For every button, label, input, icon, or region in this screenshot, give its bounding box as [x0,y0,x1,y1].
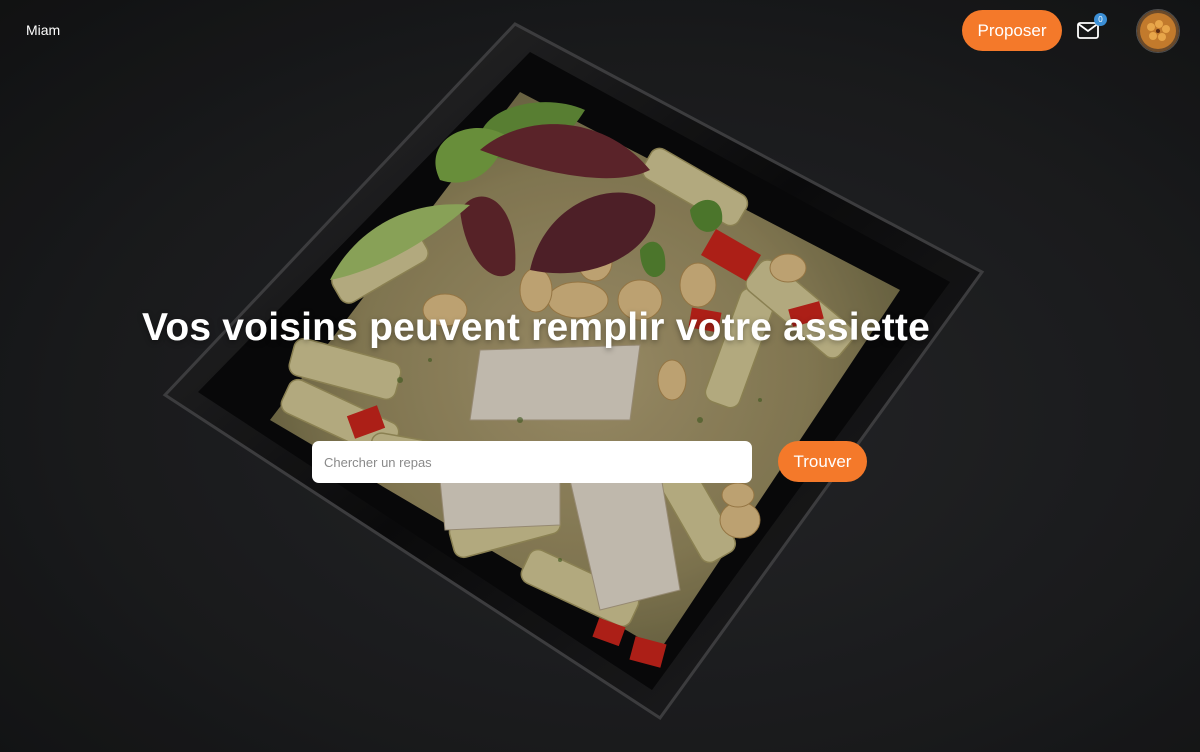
unread-count-badge: 0 [1094,13,1107,26]
find-button[interactable]: Trouver [778,441,867,482]
brand-link[interactable]: Miam [26,22,60,38]
page: Miam Proposer 0 Vos voisins peuvent remp… [0,0,1200,752]
user-avatar[interactable] [1136,9,1180,53]
search-input[interactable] [312,441,752,483]
propose-button[interactable]: Proposer [962,10,1062,51]
hero-headline: Vos voisins peuvent remplir votre assiet… [142,306,930,349]
hero-dim-overlay [0,0,1200,752]
